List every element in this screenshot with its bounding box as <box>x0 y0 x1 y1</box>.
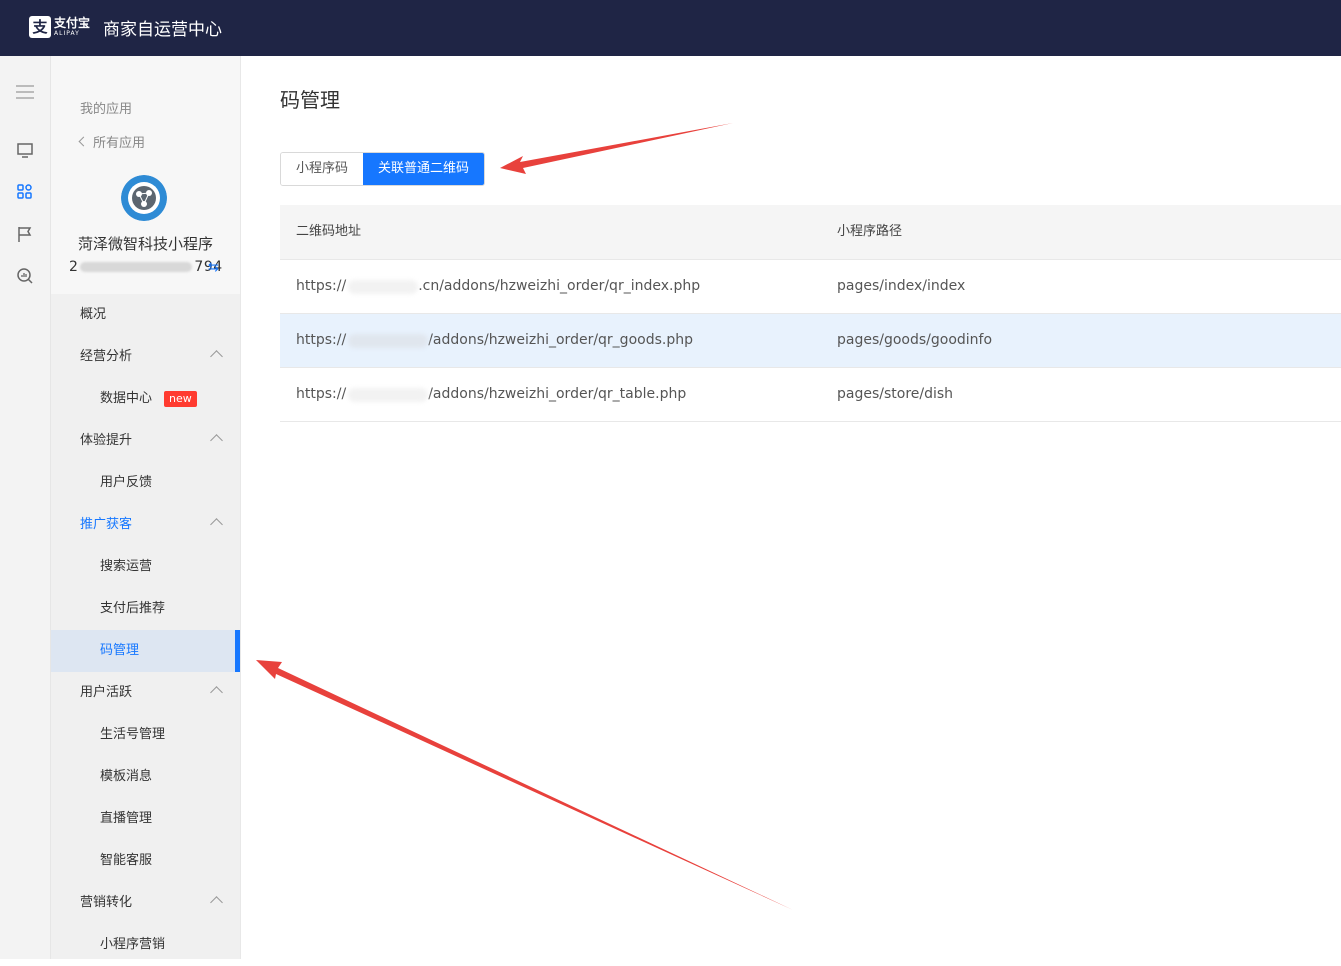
logo-cn: 支付宝 <box>54 16 91 30</box>
chevron-up-icon <box>210 350 223 363</box>
nav-label: 小程序营销 <box>100 937 166 952</box>
miniapp-path: pages/store/dish <box>837 386 954 402</box>
app-avatar-icon <box>121 175 167 221</box>
nav-label: 支付后推荐 <box>100 601 166 616</box>
nav-user-feedback[interactable]: 用户反馈 <box>51 462 240 504</box>
alipay-logo[interactable]: 支 支付宝 ALIPAY <box>29 16 90 38</box>
app-name: 菏泽微智科技小程序 <box>77 235 213 253</box>
new-badge: new <box>164 391 197 407</box>
nav-label: 智能客服 <box>100 853 153 868</box>
redacted-id <box>80 262 193 272</box>
nav-label: 体验提升 <box>80 433 133 448</box>
nav-smart-service[interactable]: 智能客服 <box>51 840 240 882</box>
nav-label: 数据中心 <box>100 391 153 406</box>
nav-label: 概况 <box>80 307 107 322</box>
redaction-blur <box>348 334 428 348</box>
url-suffix: /addons/hzweizhi_order/qr_table.php <box>428 386 687 402</box>
app-info-panel: 我的应用 所有应用 菏泽微智科技小程序 2 794 ⇆ <box>51 56 240 294</box>
main-content: 码管理 小程序码 关联普通二维码 二维码地址 小程序路径 https:// .cn… <box>241 56 1341 959</box>
switch-app-icon[interactable]: ⇆ <box>208 260 219 275</box>
nav-code-management[interactable]: 码管理 <box>51 630 240 672</box>
chevron-up-icon <box>210 518 223 531</box>
chevron-up-icon <box>210 896 223 909</box>
nav-overview[interactable]: 概况 <box>51 294 240 336</box>
menu-icon[interactable] <box>15 82 35 102</box>
nav-label: 模板消息 <box>100 769 153 784</box>
url-prefix: https:// <box>296 332 347 348</box>
nav-live[interactable]: 直播管理 <box>51 798 240 840</box>
nav-group-experience[interactable]: 体验提升 <box>51 420 240 462</box>
nav-miniapp-marketing[interactable]: 小程序营销 <box>51 924 240 966</box>
app-id-prefix: 2 <box>69 259 79 275</box>
nav-post-payment[interactable]: 支付后推荐 <box>51 588 240 630</box>
miniapp-path: pages/index/index <box>837 278 966 294</box>
all-apps-label: 所有应用 <box>93 136 146 151</box>
nav-group-marketing[interactable]: 营销转化 <box>51 882 240 924</box>
chevron-up-icon <box>210 686 223 699</box>
header-miniapp-path: 小程序路径 <box>837 224 903 239</box>
top-header: 支 支付宝 ALIPAY 商家自运营中心 <box>0 0 1341 56</box>
app-title: 商家自运营中心 <box>103 20 222 40</box>
header-qrcode-url: 二维码地址 <box>296 224 362 239</box>
flag-icon[interactable] <box>15 224 35 244</box>
all-apps-link[interactable]: 所有应用 <box>78 132 146 151</box>
app-id: 2 794 <box>69 259 223 275</box>
qrcode-table: 二维码地址 小程序路径 https:// .cn/addons/hzweizhi_… <box>280 205 1341 422</box>
analytics-search-icon[interactable] <box>15 266 35 286</box>
page-title: 码管理 <box>280 88 340 112</box>
table-row[interactable]: https:// /addons/hzweizhi_order/qr_goods.… <box>280 314 1341 368</box>
url-prefix: https:// <box>296 386 347 402</box>
nav-sidebar: 我的应用 所有应用 菏泽微智科技小程序 2 794 ⇆ 概况 经营分析 数据中心 n… <box>51 56 241 959</box>
nav-label: 码管理 <box>100 643 140 658</box>
nav-group-business-analysis[interactable]: 经营分析 <box>51 336 240 378</box>
nav-group-user-activity[interactable]: 用户活跃 <box>51 672 240 714</box>
chevron-left-icon <box>78 136 89 147</box>
redaction-blur <box>348 280 418 294</box>
tab-linked-qrcode[interactable]: 关联普通二维码 <box>363 153 485 185</box>
nav-data-center[interactable]: 数据中心 new <box>51 378 240 420</box>
table-row[interactable]: https:// /addons/hzweizhi_order/qr_table.… <box>280 368 1341 422</box>
nav-label: 营销转化 <box>80 895 133 910</box>
nav-search-ops[interactable]: 搜索运营 <box>51 546 240 588</box>
nav-label: 直播管理 <box>100 811 153 826</box>
nav-template-msg[interactable]: 模板消息 <box>51 756 240 798</box>
url-suffix: .cn/addons/hzweizhi_order/qr_index.php <box>418 278 701 294</box>
url-prefix: https:// <box>296 278 347 294</box>
my-apps-label: 我的应用 <box>80 102 133 117</box>
chevron-up-icon <box>210 434 223 447</box>
code-type-tabs: 小程序码 关联普通二维码 <box>280 152 486 186</box>
alipay-logo-icon: 支 <box>29 16 51 38</box>
nav-life-account[interactable]: 生活号管理 <box>51 714 240 756</box>
redaction-blur <box>348 388 428 402</box>
icon-sidebar <box>0 56 51 959</box>
tab-miniapp-code[interactable]: 小程序码 <box>281 153 364 185</box>
logo-text: 支付宝 ALIPAY <box>54 17 90 37</box>
logo-en: ALIPAY <box>54 30 80 37</box>
table-header: 二维码地址 小程序路径 <box>280 205 1341 260</box>
url-suffix: /addons/hzweizhi_order/qr_goods.php <box>428 332 693 348</box>
miniapp-path: pages/goods/goodinfo <box>837 332 993 348</box>
nav-label: 搜索运营 <box>100 559 153 574</box>
nav-label: 经营分析 <box>80 349 133 364</box>
nav-label: 用户活跃 <box>80 685 133 700</box>
nav-group-promotion[interactable]: 推广获客 <box>51 504 240 546</box>
apps-grid-icon[interactable] <box>15 182 35 202</box>
monitor-icon[interactable] <box>15 140 35 160</box>
table-row[interactable]: https:// .cn/addons/hzweizhi_order/qr_ind… <box>280 260 1341 314</box>
nav-label: 推广获客 <box>80 517 133 532</box>
nav-label: 用户反馈 <box>100 475 153 490</box>
nav-label: 生活号管理 <box>100 727 166 742</box>
